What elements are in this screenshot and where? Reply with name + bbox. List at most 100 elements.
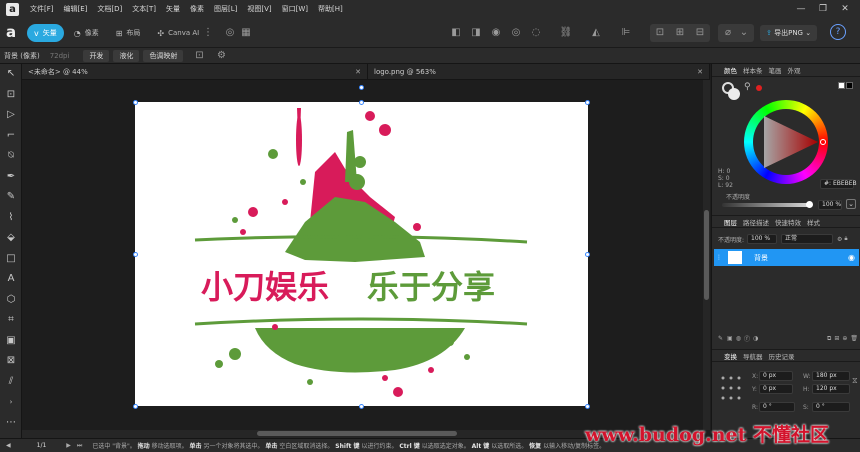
liquify-button[interactable]: 液化	[113, 49, 140, 62]
tab-appearance[interactable]: 外观	[788, 65, 801, 75]
brush-tool-icon[interactable]: ⌇	[0, 208, 22, 229]
blend-mode-select[interactable]: 正常	[781, 234, 834, 244]
menu-window[interactable]: 窗口[W]	[282, 4, 308, 14]
artboard-tool-icon[interactable]: ⊡	[0, 85, 22, 106]
snapping-dropdown-icon[interactable]: ⌄	[736, 25, 752, 41]
resize-handle-l[interactable]	[133, 252, 138, 257]
height-input[interactable]: 120 px	[812, 384, 850, 394]
hex-input[interactable]: #: EBEBEB	[820, 179, 857, 189]
crop-icon[interactable]: ⊡	[191, 48, 207, 64]
pencil-tool-icon[interactable]: ✎	[0, 187, 22, 208]
persona-vector[interactable]: ᴠ 矢量	[27, 24, 64, 42]
eyedropper-icon[interactable]: ⚲	[744, 82, 751, 92]
add-layer-icon[interactable]: ⊕	[842, 335, 847, 342]
persona-layout[interactable]: ⊞ 布局	[109, 24, 148, 42]
delete-layer-icon[interactable]: 🗑︎	[850, 335, 858, 342]
adjustment-icon[interactable]: ◍	[736, 335, 741, 342]
horizontal-scroll-thumb[interactable]	[257, 431, 457, 436]
resize-handle-tr[interactable]	[585, 100, 590, 105]
shear-input[interactable]: 0 °	[812, 402, 850, 412]
knife-tool-icon[interactable]: ⍉	[0, 146, 22, 167]
tab-path-description[interactable]: 路径描述	[743, 217, 769, 227]
fill-stroke-swatch[interactable]	[722, 82, 740, 100]
shape-tool-icon[interactable]: ⬡	[0, 290, 22, 311]
menu-layer[interactable]: 图层[L]	[214, 4, 237, 14]
edit-layer-icon[interactable]: ✎	[718, 335, 723, 342]
menu-text[interactable]: 文本[T]	[132, 4, 156, 14]
hue-handle[interactable]	[820, 139, 826, 145]
menu-help[interactable]: 帮助[H]	[318, 4, 343, 14]
tab-color[interactable]: 颜色	[724, 65, 737, 75]
saturation-triangle[interactable]	[744, 100, 828, 184]
y-input[interactable]: 0 px	[759, 384, 793, 394]
maximize-button[interactable]: ❐	[812, 0, 834, 18]
tab-quick-fx[interactable]: 快速特效	[775, 217, 801, 227]
menu-edit[interactable]: 编辑[E]	[64, 4, 88, 14]
link-proportions-icon[interactable]: ⧖	[852, 376, 858, 386]
ruler-tool-icon[interactable]: ⫽	[0, 372, 22, 393]
affinity-icon[interactable]: a	[6, 23, 22, 41]
menu-file[interactable]: 文件[F]	[30, 4, 54, 14]
persona-canva-ai[interactable]: ✣ Canva AI	[150, 24, 206, 42]
fx-icon[interactable]: ⓕ	[744, 334, 750, 343]
resize-handle-t[interactable]	[359, 100, 364, 105]
corner-tool-icon[interactable]: ⌐	[0, 126, 22, 147]
settings-gear-icon[interactable]: ⚙	[213, 48, 229, 64]
menu-view[interactable]: 视图[V]	[247, 4, 271, 14]
subtract-shape-icon[interactable]: ◨	[468, 25, 484, 41]
develop-button[interactable]: 开发	[83, 49, 110, 62]
image-tool-icon[interactable]: ▣	[0, 331, 22, 352]
tab-history[interactable]: 历史记录	[769, 351, 795, 361]
resize-handle-r[interactable]	[585, 252, 590, 257]
tab-stroke[interactable]: 笔画	[769, 65, 782, 75]
move-tool-icon[interactable]: ↖	[0, 64, 22, 85]
arrange-forward-icon[interactable]: ⊞	[672, 25, 688, 41]
gear-icon[interactable]: ⚙	[837, 236, 842, 243]
next-page-icon[interactable]: ▶	[66, 442, 71, 449]
tone-mapping-button[interactable]: 色调映射	[143, 49, 184, 62]
more-options-icon[interactable]: ⋮	[200, 25, 216, 41]
artboard[interactable]: 小刀娱乐 乐于分享	[135, 102, 588, 406]
text-tool-icon[interactable]: A	[0, 269, 22, 290]
close-window-button[interactable]: ✕	[834, 0, 856, 18]
lock-icon[interactable]: 🔒︎	[844, 235, 847, 243]
tab-transform[interactable]: 变换	[724, 351, 737, 361]
rotation-input[interactable]: 0 °	[759, 402, 795, 412]
resize-handle-tl[interactable]	[133, 100, 138, 105]
persona-pixel[interactable]: ◔ 像素	[67, 24, 106, 42]
visibility-eye-icon[interactable]: ◉	[848, 253, 855, 262]
intersect-shape-icon[interactable]: ◉	[488, 25, 504, 41]
white-swatch-icon[interactable]	[838, 82, 845, 89]
expand-icon[interactable]: ⋮	[716, 254, 724, 261]
opacity-slider[interactable]	[722, 201, 813, 208]
more-options-icon[interactable]: ⋯	[0, 413, 22, 434]
pen-tool-icon[interactable]: ✒	[0, 167, 22, 188]
slice-tool-icon[interactable]: ⊠	[0, 351, 22, 372]
export-png-button[interactable]: ⇪ 导出PNG ⌄	[760, 25, 818, 41]
tab-layers[interactable]: 图层	[724, 217, 737, 227]
snapping-icon[interactable]: ⌀	[720, 25, 736, 41]
live-filter-icon[interactable]: ◑	[753, 335, 758, 342]
menu-pixel[interactable]: 像素	[190, 4, 204, 14]
resize-handle-br[interactable]	[585, 404, 590, 409]
mask-icon[interactable]: ▣	[727, 335, 733, 342]
black-swatch-icon[interactable]	[846, 82, 853, 89]
width-input[interactable]: 180 px	[812, 371, 850, 381]
add-shape-icon[interactable]: ◧	[448, 25, 464, 41]
tab-swatches[interactable]: 样本条	[743, 65, 763, 75]
resize-handle-bl[interactable]	[133, 404, 138, 409]
vertical-scroll-thumb[interactable]	[704, 210, 709, 300]
assistant-icon[interactable]: ◎	[222, 25, 238, 41]
close-tab-icon[interactable]: ✕	[347, 68, 361, 76]
group-icon[interactable]: ⊞	[834, 335, 839, 342]
rectangle-tool-icon[interactable]: □	[0, 249, 22, 270]
layer-opacity-input[interactable]: 100 %	[747, 234, 778, 244]
minimize-button[interactable]: —	[790, 0, 812, 18]
canvas-area[interactable]: 小刀娱乐 乐于分享	[22, 80, 710, 438]
fill-tool-icon[interactable]: ⬙	[0, 228, 22, 249]
menu-document[interactable]: 文档[D]	[97, 4, 122, 14]
link-icon[interactable]: ⛓	[558, 25, 574, 41]
x-input[interactable]: 0 px	[759, 371, 793, 381]
tab-logo[interactable]: logo.png @ 563% ✕	[368, 63, 710, 80]
prev-page-icon[interactable]: ◀	[6, 442, 11, 449]
